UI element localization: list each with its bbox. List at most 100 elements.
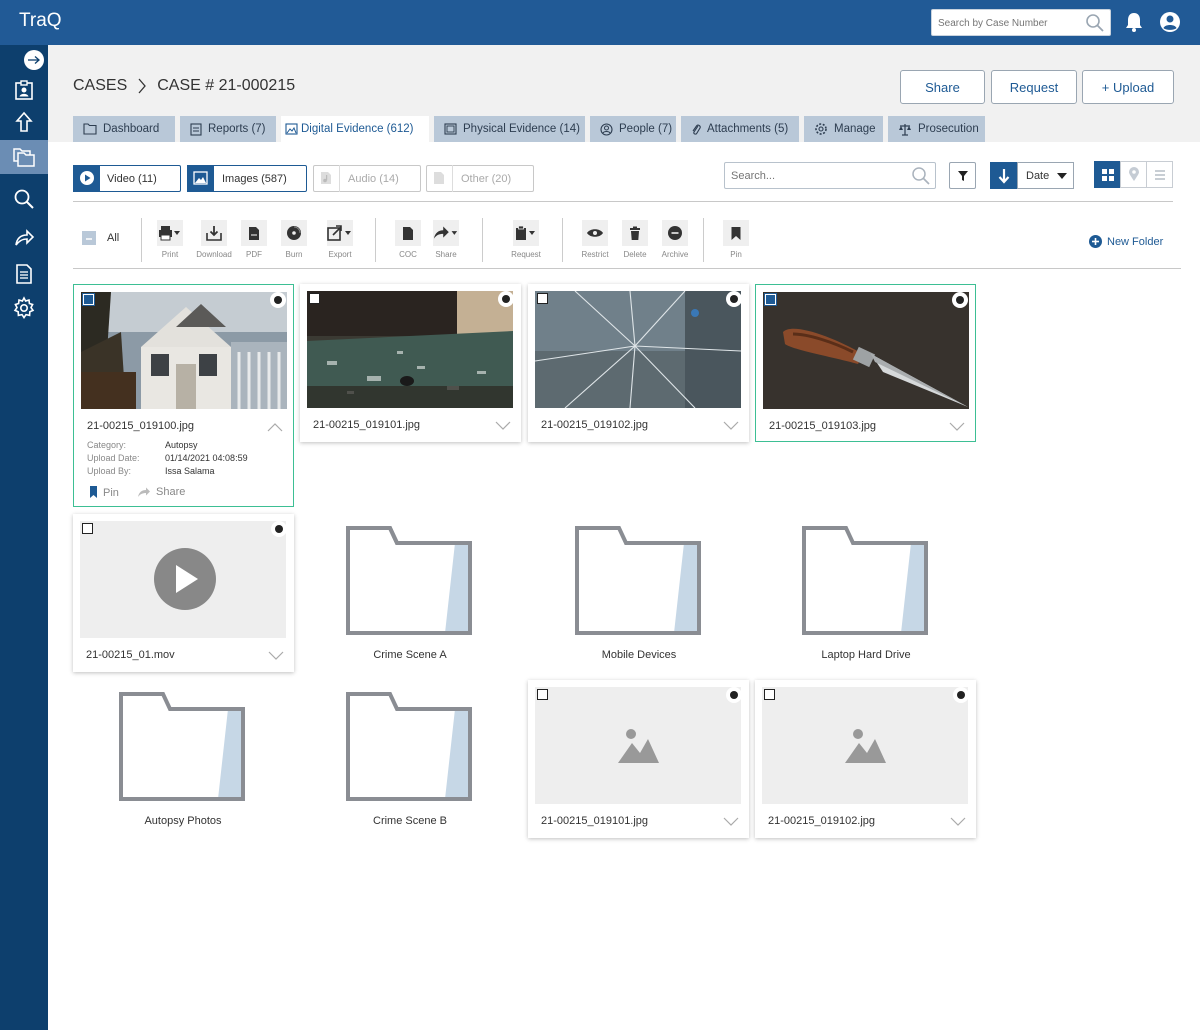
sort-direction-button[interactable] bbox=[990, 162, 1018, 189]
evidence-card[interactable]: 21-00215_019102.jpg bbox=[755, 680, 976, 838]
sidebar-upload-button[interactable] bbox=[0, 105, 48, 139]
restrict-button[interactable]: Restrict bbox=[578, 220, 612, 259]
house-photo-thumbnail[interactable] bbox=[81, 292, 287, 409]
pin-button[interactable]: Pin bbox=[719, 220, 753, 259]
toolbar-share-button[interactable]: Share bbox=[429, 220, 463, 259]
chevron-down-icon[interactable] bbox=[950, 814, 966, 832]
tab-people[interactable]: People (7) bbox=[590, 116, 676, 142]
info-icon[interactable] bbox=[270, 292, 286, 308]
info-icon[interactable] bbox=[952, 292, 968, 308]
chevron-down-icon[interactable] bbox=[495, 418, 511, 436]
card-checkbox[interactable] bbox=[82, 523, 93, 534]
user-profile-icon[interactable] bbox=[1159, 11, 1181, 38]
tab-attachments[interactable]: Attachments (5) bbox=[681, 116, 799, 142]
chevron-down-icon[interactable] bbox=[723, 814, 739, 832]
file-name[interactable]: 21-00215_019102.jpg bbox=[541, 419, 648, 431]
folder-item[interactable]: Autopsy Photos bbox=[118, 691, 248, 831]
shattered-glass-photo-thumbnail[interactable] bbox=[535, 291, 741, 408]
sort-select[interactable]: Date bbox=[1017, 162, 1074, 189]
sidebar-share-button[interactable] bbox=[0, 221, 48, 255]
breadcrumb-cases[interactable]: CASES bbox=[73, 77, 127, 95]
crime-scene-photo-thumbnail[interactable] bbox=[307, 291, 513, 408]
folder-item[interactable]: Mobile Devices bbox=[574, 525, 704, 665]
evidence-search[interactable] bbox=[724, 162, 936, 189]
download-button[interactable]: Download bbox=[196, 220, 232, 259]
card-checkbox[interactable] bbox=[537, 689, 548, 700]
tab-manage[interactable]: Manage bbox=[804, 116, 883, 142]
folder-item[interactable]: Crime Scene A bbox=[345, 525, 475, 665]
pdf-button[interactable]: PDF bbox=[237, 220, 271, 259]
tab-prosecution[interactable]: Prosecution bbox=[888, 116, 985, 142]
image-placeholder-thumbnail[interactable] bbox=[762, 687, 968, 804]
export-button[interactable]: Export bbox=[323, 220, 357, 259]
case-number-search-input[interactable] bbox=[938, 14, 1078, 32]
burn-button[interactable]: Burn bbox=[277, 220, 311, 259]
expand-sidebar-button[interactable] bbox=[24, 50, 44, 70]
tab-reports[interactable]: Reports (7) bbox=[180, 116, 276, 142]
app-title[interactable]: TraQ bbox=[19, 10, 62, 32]
case-number-search[interactable] bbox=[931, 9, 1111, 36]
info-icon[interactable] bbox=[953, 687, 969, 703]
file-name[interactable]: 21-00215_019103.jpg bbox=[769, 420, 876, 432]
tab-digital-evidence[interactable]: Digital Evidence (612) bbox=[281, 116, 429, 142]
card-checkbox[interactable] bbox=[764, 689, 775, 700]
image-placeholder-thumbnail[interactable] bbox=[535, 687, 741, 804]
filter-button[interactable] bbox=[949, 162, 976, 189]
file-name[interactable]: 21-00215_019101.jpg bbox=[541, 815, 648, 827]
toolbar-request-button[interactable]: Request bbox=[509, 220, 543, 259]
card-checkbox[interactable] bbox=[309, 293, 320, 304]
search-icon[interactable] bbox=[1085, 13, 1105, 38]
evidence-card[interactable]: 21-00215_019102.jpg bbox=[528, 284, 749, 442]
file-name[interactable]: 21-00215_019101.jpg bbox=[313, 419, 420, 431]
chevron-down-icon[interactable] bbox=[949, 419, 965, 437]
knife-photo-thumbnail[interactable] bbox=[763, 292, 969, 409]
info-icon[interactable] bbox=[498, 291, 514, 307]
evidence-card[interactable]: 21-00215_01.mov bbox=[73, 514, 294, 672]
map-view-button[interactable] bbox=[1120, 161, 1147, 188]
evidence-search-input[interactable] bbox=[731, 168, 901, 184]
sidebar-search-button[interactable] bbox=[0, 182, 48, 216]
card-pin-button[interactable]: Pin bbox=[89, 486, 119, 499]
list-view-button[interactable] bbox=[1146, 161, 1173, 188]
evidence-card[interactable]: 21-00215_019103.jpg bbox=[755, 284, 976, 442]
card-checkbox[interactable] bbox=[537, 293, 548, 304]
request-button[interactable]: Request bbox=[991, 70, 1077, 104]
info-icon[interactable] bbox=[726, 687, 742, 703]
file-name[interactable]: 21-00215_019102.jpg bbox=[768, 815, 875, 827]
bell-icon[interactable] bbox=[1123, 11, 1145, 38]
evidence-card[interactable]: 21-00215_019100.jpg Category: Autopsy Up… bbox=[73, 284, 294, 507]
card-checkbox[interactable] bbox=[764, 293, 777, 306]
delete-button[interactable]: Delete bbox=[618, 220, 652, 259]
evidence-card[interactable]: 21-00215_019101.jpg bbox=[300, 284, 521, 442]
file-name[interactable]: 21-00215_019100.jpg bbox=[87, 420, 194, 432]
filter-video[interactable]: Video (11) bbox=[73, 164, 181, 192]
sidebar-reports-button[interactable] bbox=[0, 257, 48, 291]
info-icon[interactable] bbox=[271, 521, 287, 537]
folder-item[interactable]: Laptop Hard Drive bbox=[801, 525, 931, 665]
filter-audio[interactable]: Audio (14) bbox=[313, 164, 421, 192]
card-checkbox[interactable] bbox=[82, 293, 95, 306]
tab-dashboard[interactable]: Dashboard bbox=[73, 116, 175, 142]
filter-images[interactable]: Images (587) bbox=[187, 164, 307, 192]
upload-button[interactable]: + Upload bbox=[1082, 70, 1174, 104]
chevron-up-icon[interactable] bbox=[267, 419, 283, 437]
sidebar-evidence-button[interactable] bbox=[0, 140, 48, 174]
chevron-down-icon[interactable] bbox=[268, 648, 284, 666]
card-share-button[interactable]: Share bbox=[137, 486, 185, 498]
share-button[interactable]: Share bbox=[900, 70, 985, 104]
new-folder-button[interactable]: New Folder bbox=[1089, 235, 1163, 248]
print-button[interactable]: Print bbox=[153, 220, 187, 259]
archive-button[interactable]: Archive bbox=[658, 220, 692, 259]
folder-item[interactable]: Crime Scene B bbox=[345, 691, 475, 831]
grid-view-button[interactable] bbox=[1094, 161, 1121, 188]
search-icon[interactable] bbox=[911, 166, 931, 191]
evidence-card[interactable]: 21-00215_019101.jpg bbox=[528, 680, 749, 838]
video-thumbnail[interactable] bbox=[80, 521, 286, 638]
coc-button[interactable]: COC bbox=[391, 220, 425, 259]
sidebar-settings-button[interactable] bbox=[0, 291, 48, 325]
file-name[interactable]: 21-00215_01.mov bbox=[86, 649, 175, 661]
info-icon[interactable] bbox=[726, 291, 742, 307]
filter-other[interactable]: Other (20) bbox=[426, 164, 534, 192]
sidebar-cases-button[interactable] bbox=[0, 73, 48, 107]
chevron-down-icon[interactable] bbox=[723, 418, 739, 436]
